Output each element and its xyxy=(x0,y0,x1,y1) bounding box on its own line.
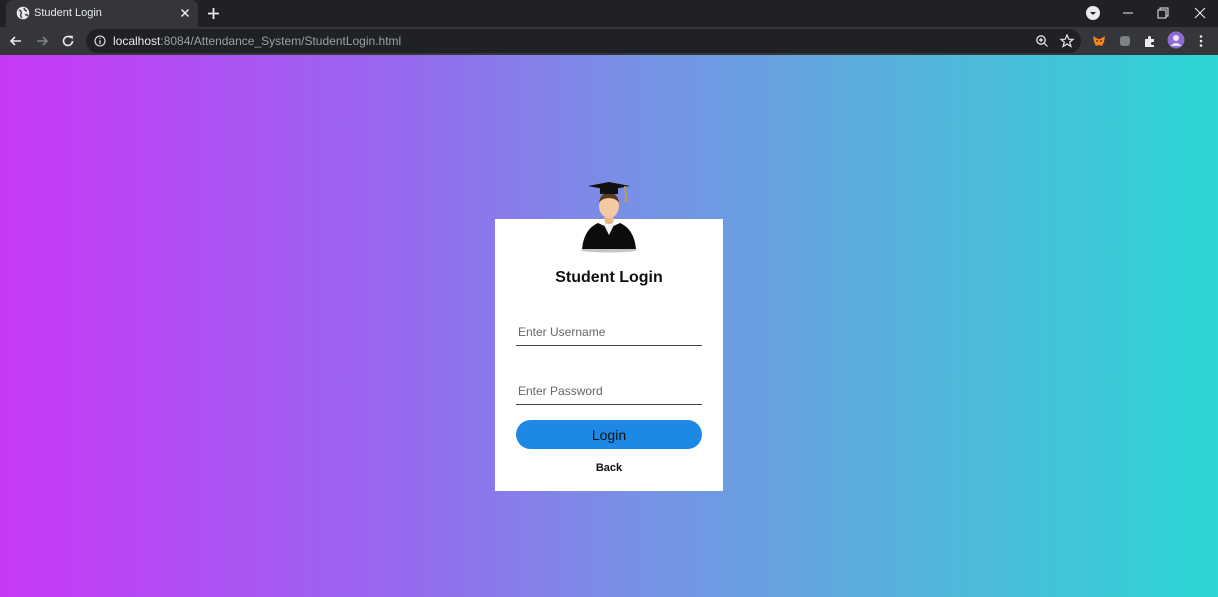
metamask-extension-icon[interactable] xyxy=(1091,33,1107,49)
password-input[interactable] xyxy=(516,377,702,405)
close-window-icon[interactable] xyxy=(1192,5,1208,21)
url-text: localhost:8084/Attendance_System/Student… xyxy=(113,34,401,48)
browser-tabstrip: Student Login xyxy=(0,0,1218,27)
url-path: :8084/Attendance_System/StudentLogin.htm… xyxy=(160,34,402,48)
login-button[interactable]: Login xyxy=(516,420,702,449)
login-card: Student Login Login Back xyxy=(495,219,723,491)
zoom-icon[interactable] xyxy=(1034,33,1050,49)
browser-toolbar: localhost:8084/Attendance_System/Student… xyxy=(0,27,1218,55)
address-bar[interactable]: localhost:8084/Attendance_System/Student… xyxy=(86,29,1081,53)
puzzle-extensions-icon[interactable] xyxy=(1142,33,1158,49)
info-icon[interactable] xyxy=(94,35,106,47)
restore-icon[interactable] xyxy=(1155,5,1171,21)
graduate-avatar-icon xyxy=(581,182,637,253)
new-tab-icon[interactable] xyxy=(205,5,222,22)
extension-icon[interactable] xyxy=(1117,33,1133,49)
back-link[interactable]: Back xyxy=(495,462,723,474)
menu-dots-icon[interactable] xyxy=(1193,33,1209,49)
url-host: localhost xyxy=(113,34,161,48)
browser-tab[interactable]: Student Login xyxy=(6,0,198,27)
profile-avatar-icon[interactable] xyxy=(1167,31,1185,49)
tab-search-icon[interactable] xyxy=(1085,5,1101,21)
minimize-icon[interactable] xyxy=(1120,5,1136,21)
back-arrow-icon[interactable] xyxy=(8,33,24,49)
page-background: Student Login Login Back xyxy=(0,55,1218,597)
close-tab-icon[interactable] xyxy=(178,6,192,20)
reload-icon[interactable] xyxy=(60,33,76,49)
globe-icon xyxy=(16,6,30,20)
tab-title: Student Login xyxy=(34,7,102,19)
login-title: Student Login xyxy=(555,269,663,286)
bookmark-star-icon[interactable] xyxy=(1059,33,1075,49)
forward-arrow-icon[interactable] xyxy=(34,33,50,49)
username-input[interactable] xyxy=(516,318,702,346)
